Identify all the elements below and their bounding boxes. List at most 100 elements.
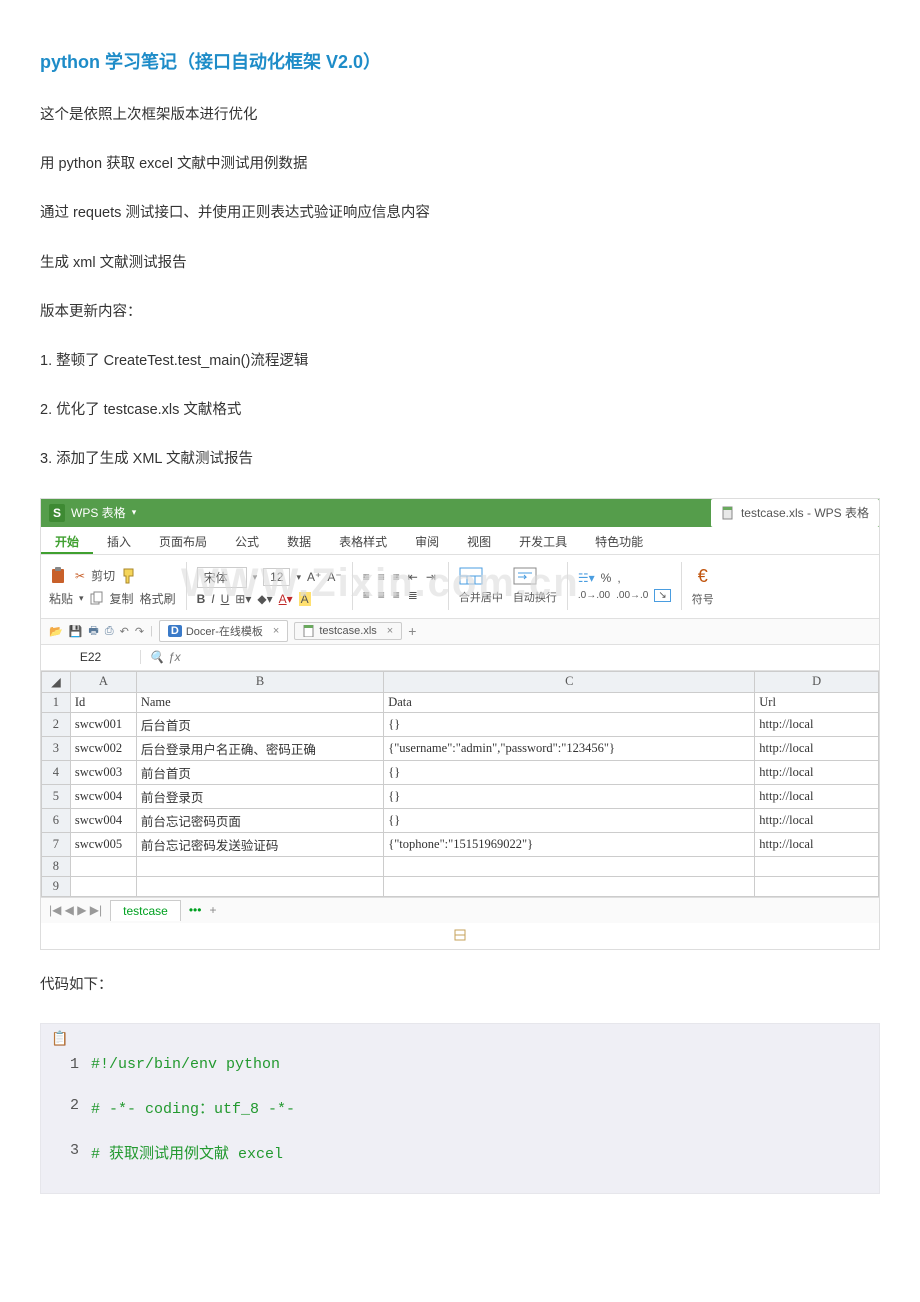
tab-insert[interactable]: 插入: [93, 527, 145, 554]
col-header[interactable]: D: [755, 671, 879, 692]
close-file-icon[interactable]: ×: [387, 625, 393, 637]
cell[interactable]: [70, 856, 136, 876]
box-icon[interactable]: ↘: [654, 589, 670, 602]
paste-label[interactable]: 粘贴: [49, 590, 73, 607]
spreadsheet[interactable]: ◢ A B C D 1 Id Name Data Url 2swcw001后台首…: [41, 671, 879, 897]
sheet-tab-testcase[interactable]: testcase: [110, 900, 181, 921]
copy-icon[interactable]: [90, 591, 104, 605]
cell[interactable]: {}: [384, 784, 755, 808]
font-grow-icon[interactable]: A⁺: [307, 570, 321, 584]
wrap-icon[interactable]: [513, 567, 537, 585]
cell[interactable]: http://local: [755, 736, 879, 760]
cell[interactable]: http://local: [755, 712, 879, 736]
col-header[interactable]: A: [70, 671, 136, 692]
cell[interactable]: 后台首页: [136, 712, 383, 736]
cell[interactable]: [136, 856, 383, 876]
col-header[interactable]: C: [384, 671, 755, 692]
row-header[interactable]: 9: [42, 876, 71, 896]
align-mid-icon[interactable]: ≡: [378, 570, 387, 584]
cell[interactable]: [136, 876, 383, 896]
cell[interactable]: 前台登录页: [136, 784, 383, 808]
cell[interactable]: swcw001: [70, 712, 136, 736]
cell[interactable]: Id: [70, 692, 136, 712]
row-header[interactable]: 2: [42, 712, 71, 736]
print-icon[interactable]: 🖶: [88, 622, 98, 641]
tab-special[interactable]: 特色功能: [581, 527, 657, 554]
save-icon[interactable]: 💾: [69, 625, 83, 638]
align-right-icon[interactable]: ≡: [393, 588, 402, 602]
zoom-icon[interactable]: 🔍: [149, 650, 164, 664]
cell[interactable]: [384, 856, 755, 876]
font-size[interactable]: 12: [263, 568, 290, 586]
undo-icon[interactable]: ↶: [120, 625, 129, 638]
cell[interactable]: 前台忘记密码发送验证码: [136, 832, 383, 856]
cell[interactable]: swcw003: [70, 760, 136, 784]
fontcolor-button[interactable]: A▾: [279, 592, 293, 606]
indent-inc-icon[interactable]: ⇥: [426, 570, 438, 584]
cell[interactable]: [755, 876, 879, 896]
corner-cell[interactable]: ◢: [42, 671, 71, 692]
sheet-more-icon[interactable]: •••: [189, 903, 202, 917]
docer-tab[interactable]: D Docer-在线模板 ×: [159, 620, 288, 642]
wrap-label[interactable]: 自动换行: [513, 589, 557, 605]
cell[interactable]: swcw002: [70, 736, 136, 760]
cell[interactable]: 后台登录用户名正确、密码正确: [136, 736, 383, 760]
cell[interactable]: http://local: [755, 784, 879, 808]
font-shrink-icon[interactable]: A⁻: [327, 570, 341, 584]
cell[interactable]: Data: [384, 692, 755, 712]
inc-decimal-icon[interactable]: .0→.00: [578, 590, 610, 601]
row-header[interactable]: 7: [42, 832, 71, 856]
cell[interactable]: {}: [384, 760, 755, 784]
col-header[interactable]: B: [136, 671, 383, 692]
redo-icon[interactable]: ↷: [135, 625, 144, 638]
align-bot-icon[interactable]: ≡: [393, 570, 402, 584]
cell[interactable]: {}: [384, 712, 755, 736]
row-header[interactable]: 5: [42, 784, 71, 808]
currency-icon[interactable]: ☵▾: [578, 571, 595, 585]
align-top-icon[interactable]: ≡: [363, 570, 372, 584]
merge-label[interactable]: 合并居中: [459, 589, 503, 605]
symbol-icon[interactable]: €: [692, 566, 714, 587]
insert-row-icon[interactable]: [453, 928, 467, 942]
add-sheet-icon[interactable]: +: [209, 903, 216, 917]
row-header[interactable]: 4: [42, 760, 71, 784]
cell[interactable]: {}: [384, 808, 755, 832]
tab-layout[interactable]: 页面布局: [145, 527, 221, 554]
align-left-icon[interactable]: ≡: [363, 588, 372, 602]
cell[interactable]: http://local: [755, 808, 879, 832]
tab-data[interactable]: 数据: [273, 527, 325, 554]
add-tab-icon[interactable]: +: [408, 623, 416, 639]
file-tab[interactable]: testcase.xls ×: [294, 622, 402, 640]
font-name[interactable]: 宋体: [197, 567, 247, 588]
copy-code-icon[interactable]: 📋: [51, 1030, 68, 1047]
cell[interactable]: swcw004: [70, 808, 136, 832]
dec-decimal-icon[interactable]: .00→.0: [616, 590, 648, 601]
tab-view[interactable]: 视图: [453, 527, 505, 554]
open-icon[interactable]: 📂: [49, 625, 63, 638]
symbol-label[interactable]: 符号: [692, 591, 714, 607]
printpreview-icon[interactable]: ⎙: [105, 625, 114, 638]
tab-dev[interactable]: 开发工具: [505, 527, 581, 554]
cell[interactable]: http://local: [755, 832, 879, 856]
cell[interactable]: swcw005: [70, 832, 136, 856]
fillcolor-button[interactable]: ◆▾: [257, 592, 272, 606]
cell[interactable]: {"tophone":"15151969022"}: [384, 832, 755, 856]
align-justify-icon[interactable]: ≣: [408, 588, 420, 602]
percent-icon[interactable]: %: [601, 571, 612, 585]
row-header[interactable]: 6: [42, 808, 71, 832]
close-tab-icon[interactable]: ×: [273, 625, 279, 637]
cell[interactable]: [70, 876, 136, 896]
indent-dec-icon[interactable]: ⇤: [408, 570, 420, 584]
cell[interactable]: 前台忘记密码页面: [136, 808, 383, 832]
name-box[interactable]: E22: [41, 650, 141, 664]
cell[interactable]: [755, 856, 879, 876]
border-button[interactable]: ⊞▾: [235, 592, 251, 606]
cell[interactable]: http://local: [755, 760, 879, 784]
tab-review[interactable]: 审阅: [401, 527, 453, 554]
fmtpainter-label[interactable]: 格式刷: [140, 590, 176, 607]
row-header[interactable]: 1: [42, 692, 71, 712]
cell[interactable]: swcw004: [70, 784, 136, 808]
row-header[interactable]: 3: [42, 736, 71, 760]
row-header[interactable]: 8: [42, 856, 71, 876]
cut-icon[interactable]: ✂: [75, 569, 85, 583]
